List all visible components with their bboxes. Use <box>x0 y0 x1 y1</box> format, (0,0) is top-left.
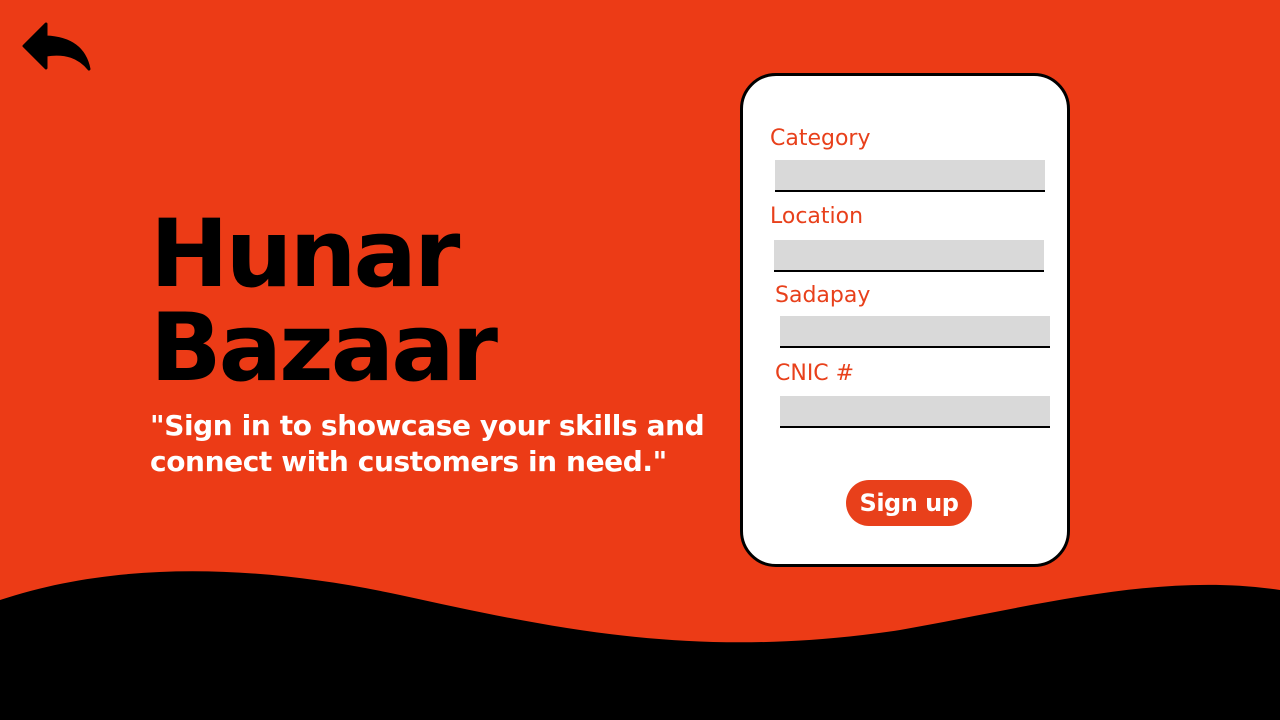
sign-up-button[interactable]: Sign up <box>846 480 972 526</box>
cnic-input[interactable] <box>780 396 1050 428</box>
brand-title: Hunar Bazaar <box>150 200 498 403</box>
location-input[interactable] <box>774 240 1044 272</box>
category-input[interactable] <box>775 160 1045 192</box>
brand-title-line1: Hunar <box>150 200 460 309</box>
category-label: Category <box>770 126 871 151</box>
back-arrow-icon <box>22 22 91 71</box>
location-label: Location <box>770 204 864 229</box>
back-button[interactable] <box>22 22 92 74</box>
cnic-label: CNIC # <box>775 361 855 386</box>
sadapay-label: Sadapay <box>775 283 871 308</box>
sadapay-input[interactable] <box>780 316 1050 348</box>
brand-title-line2: Bazaar <box>150 294 498 403</box>
tagline: "Sign in to showcase your skills and con… <box>150 409 705 478</box>
signup-card: Category Location Sadapay CNIC # Sign up <box>740 73 1070 567</box>
